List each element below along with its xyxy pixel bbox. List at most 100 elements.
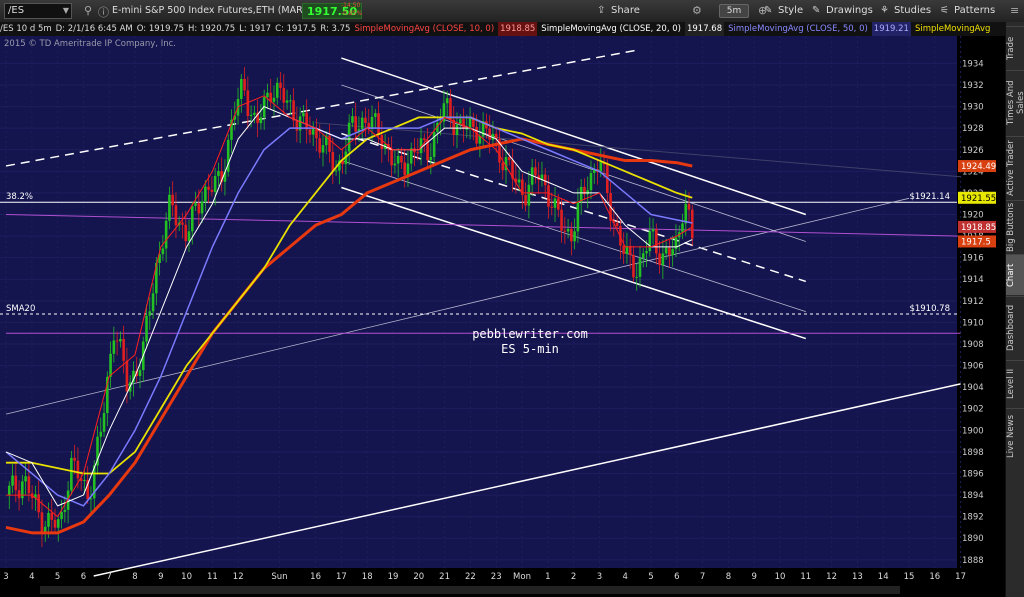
price-chart[interactable]: 38.2% $1921.14SMA20 $1910.78 1888189018921… — [0, 36, 1005, 597]
patterns-label: Patterns — [954, 5, 996, 16]
sidebar-tab-active-trader[interactable]: Active Trader — [1006, 136, 1024, 199]
candle-body — [24, 476, 27, 482]
candle-body — [462, 119, 465, 129]
gear-icon[interactable]: ⚙ — [692, 4, 702, 17]
sma10-value: 1918.85 — [498, 22, 538, 36]
link-icon[interactable]: ⚲ — [84, 4, 92, 17]
sma50-label[interactable]: SimpleMovingAvg (CLOSE, 50, 0) — [728, 22, 868, 36]
studies-button[interactable]: ⚘ Studies — [878, 3, 931, 19]
candle-body — [63, 509, 67, 512]
sidebar-tab-live-news[interactable]: Live News — [1006, 408, 1024, 463]
candle-body — [423, 138, 426, 141]
candle-body — [14, 475, 18, 491]
y-tick-label: 1900 — [962, 426, 984, 436]
x-tick-label: Mon — [513, 572, 531, 582]
candle-body — [50, 512, 54, 520]
candle-body — [563, 230, 567, 232]
candle-body — [690, 209, 694, 239]
candle-body — [70, 457, 73, 491]
x-tick-label: 14 — [878, 572, 889, 582]
sidebar-tab-times-and-sales[interactable]: Times And Sales — [1006, 70, 1024, 135]
plot-area — [0, 36, 957, 568]
sma20-label[interactable]: SimpleMovingAvg (CLOSE, 20, 0) — [541, 22, 681, 36]
candle-body — [311, 128, 315, 135]
candle-body — [266, 92, 269, 98]
candle-body — [217, 171, 220, 176]
candle-body — [197, 203, 201, 214]
candle-body — [550, 206, 554, 208]
candle-body — [586, 190, 590, 195]
candle-body — [200, 201, 204, 214]
y-tick-label: 1908 — [962, 340, 984, 350]
sidebar-tab-chart[interactable]: Chart — [1006, 254, 1024, 295]
candle-body — [556, 198, 560, 210]
candle-body — [308, 129, 312, 135]
candle-body — [17, 490, 21, 499]
watermark-caption: ES 5-min — [501, 342, 559, 356]
style-icon: ✎ — [764, 5, 773, 16]
candle-body — [635, 276, 639, 278]
candle-body — [599, 162, 603, 172]
drawings-button[interactable]: ✎ Drawings — [810, 3, 873, 19]
candle-body — [37, 494, 40, 513]
change-value: -14.50 — [341, 2, 361, 9]
sidebar-tab-dashboard[interactable]: Dashboard — [1006, 296, 1024, 359]
chevron-down-icon[interactable]: ▼ — [63, 4, 69, 18]
price-tag-label: 1921.55 — [961, 194, 996, 204]
info-icon[interactable]: ⓘ — [98, 4, 109, 20]
candle-body — [272, 97, 276, 102]
candle-body — [354, 116, 357, 132]
x-tick-label: 16 — [929, 572, 940, 582]
patterns-button[interactable]: ⚟ Patterns — [938, 3, 995, 19]
candle-body — [615, 222, 619, 227]
x-tick-label: 23 — [491, 572, 502, 582]
candle-body — [527, 184, 531, 206]
symbol-input[interactable]: /ES ▼ — [4, 3, 72, 19]
candle-body — [275, 82, 279, 98]
watermark-site: pebblewriter.com — [472, 327, 588, 341]
share-label: Share — [611, 5, 640, 16]
candle-body — [560, 209, 563, 231]
x-tick-label: 2 — [571, 572, 576, 582]
drawings-label: Drawings — [826, 5, 873, 16]
price-tag-label: 1917.5 — [961, 237, 991, 247]
share-button[interactable]: ⇪ Share — [595, 3, 640, 19]
symbol-text: /ES — [8, 5, 25, 16]
candle-body — [7, 485, 11, 496]
x-tick-label: 4 — [29, 572, 34, 582]
candle-body — [119, 338, 122, 342]
level-price-label: $1921.14 — [909, 192, 950, 202]
x-tick-label: 12 — [826, 572, 837, 582]
candle-body — [328, 135, 331, 152]
menu-icon[interactable]: ≡ — [1010, 4, 1019, 17]
chart-label: /ES 10 d 5m — [0, 24, 52, 34]
level-price-label: $1910.78 — [909, 304, 950, 314]
sma50-value: 1919.21 — [871, 22, 911, 36]
x-tick-label: 17 — [336, 572, 347, 582]
x-tick-label: 20 — [413, 572, 424, 582]
candle-body — [102, 413, 106, 432]
sidebar-tab-trade[interactable]: Trade — [1006, 26, 1024, 69]
style-label: Style — [778, 5, 804, 16]
y-tick-label: 1932 — [962, 81, 984, 91]
candle-body — [465, 128, 469, 130]
candle-body — [445, 98, 449, 104]
candle-body — [661, 253, 665, 266]
y-tick-label: 1914 — [962, 275, 984, 285]
x-tick-label: 15 — [904, 572, 915, 582]
y-tick-label: 1920 — [962, 210, 984, 220]
price-tag-label: 1918.85 — [961, 223, 996, 233]
candle-body — [148, 311, 152, 316]
candle-body — [190, 205, 194, 232]
candle-body — [112, 340, 116, 354]
sidebar-tab-level-ii[interactable]: Level II — [1006, 360, 1024, 407]
candle-body — [416, 152, 420, 154]
y-tick-label: 1892 — [962, 513, 984, 523]
sidebar-tab-big-buttons[interactable]: Big Buttons — [1006, 200, 1024, 253]
sma10-label[interactable]: SimpleMovingAvg (CLOSE, 10, 0) — [354, 22, 494, 36]
sma-more-label[interactable]: SimpleMovingAvg — [915, 22, 990, 36]
x-tick-label: 11 — [800, 572, 811, 582]
horizontal-scrollbar[interactable] — [40, 586, 900, 594]
style-button[interactable]: ✎ Style — [762, 3, 803, 19]
timeframe-selector[interactable]: 5m — [719, 4, 749, 18]
